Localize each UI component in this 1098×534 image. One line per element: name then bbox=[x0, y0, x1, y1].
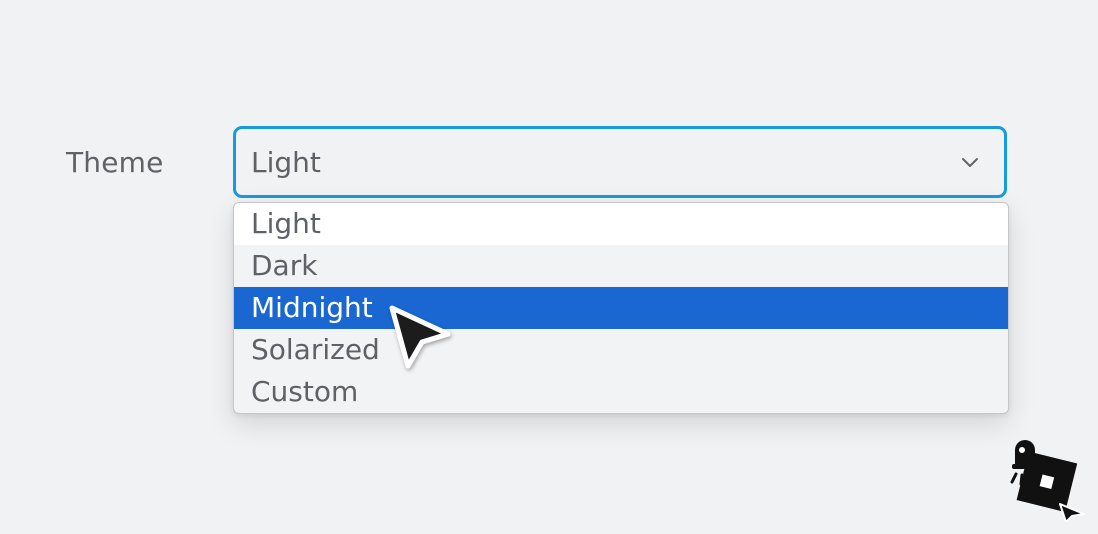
option-light[interactable]: Light bbox=[234, 203, 1008, 245]
robot-logo-icon bbox=[1004, 440, 1090, 523]
theme-dropdown-list: Light Dark Midnight Solarized Custom bbox=[233, 202, 1009, 414]
theme-label: Theme bbox=[66, 146, 164, 179]
option-custom[interactable]: Custom bbox=[234, 371, 1008, 413]
option-solarized[interactable]: Solarized bbox=[234, 329, 1008, 371]
theme-select-value: Light bbox=[251, 146, 321, 179]
chevron-down-icon bbox=[960, 152, 980, 172]
option-dark[interactable]: Dark bbox=[234, 245, 1008, 287]
option-midnight[interactable]: Midnight bbox=[234, 287, 1008, 329]
theme-select[interactable]: Light bbox=[233, 126, 1007, 198]
